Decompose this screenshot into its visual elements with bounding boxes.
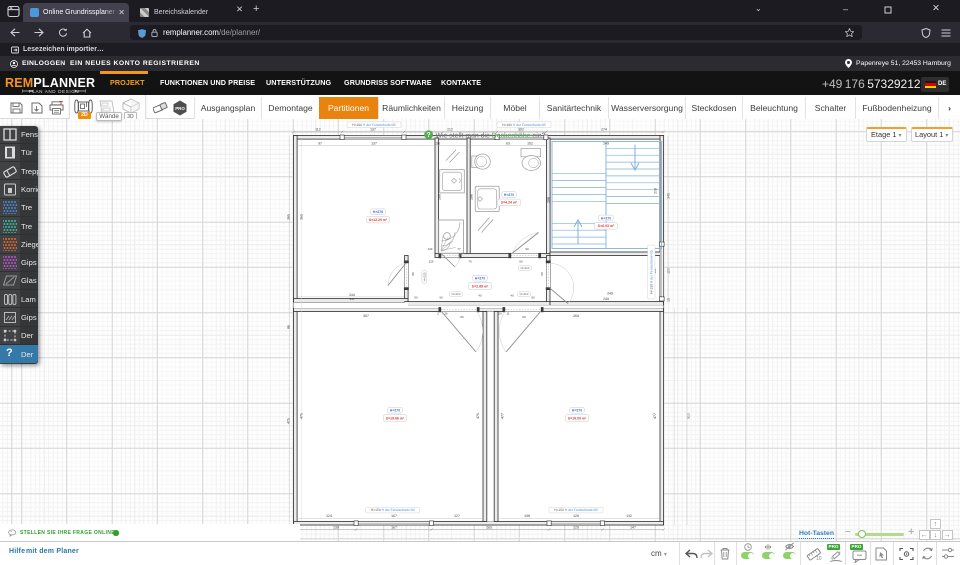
svg-text:S=12.20 m²: S=12.20 m² [369, 218, 388, 222]
svg-text:?: ? [426, 132, 430, 139]
svg-text:H=270: H=270 [601, 216, 612, 220]
svg-text:286: 286 [438, 194, 442, 200]
svg-text:H=270: H=270 [390, 409, 401, 413]
svg-text:345: 345 [667, 193, 671, 199]
svg-text:15: 15 [667, 298, 671, 302]
svg-text:132: 132 [626, 514, 632, 518]
svg-text:244: 244 [349, 293, 355, 297]
svg-text:167: 167 [391, 514, 397, 518]
svg-text:H=276: H=276 [373, 210, 384, 214]
svg-text:H=270: H=270 [504, 193, 515, 197]
svg-text:S=4.24 m²: S=4.24 m² [501, 201, 518, 205]
svg-text:H=210: H=210 [520, 293, 529, 296]
svg-text:2: 2 [437, 312, 439, 315]
svg-text:120: 120 [573, 526, 579, 530]
svg-text:20: 20 [498, 312, 501, 315]
svg-text:80: 80 [522, 316, 525, 319]
svg-text:510: 510 [687, 413, 691, 419]
svg-text:249: 249 [607, 292, 613, 296]
svg-text:249: 249 [603, 297, 609, 301]
svg-text:112: 112 [315, 128, 321, 132]
svg-text:477: 477 [653, 413, 657, 419]
svg-text:40: 40 [478, 294, 481, 297]
svg-text:286: 286 [470, 194, 474, 200]
svg-text:167: 167 [391, 526, 397, 530]
svg-text:129: 129 [429, 260, 434, 263]
svg-text:H=160 H der Fensterbank=95: H=160 H der Fensterbank=95 [502, 123, 546, 127]
svg-text:26: 26 [444, 312, 447, 315]
svg-text:475: 475 [300, 413, 304, 419]
svg-text:S=2.89 m²: S=2.89 m² [472, 284, 489, 288]
svg-text:129: 129 [428, 247, 433, 250]
svg-text:288: 288 [547, 197, 551, 203]
svg-text:475: 475 [476, 413, 480, 419]
svg-text:11: 11 [506, 312, 509, 315]
svg-text:H=150 H der Fensterbank=95: H=150 H der Fensterbank=95 [650, 250, 654, 294]
svg-text:86: 86 [287, 325, 291, 329]
svg-text:130: 130 [434, 142, 440, 146]
svg-text:477: 477 [501, 413, 505, 419]
svg-text:H=210: H=210 [423, 273, 426, 282]
svg-text:265: 265 [486, 526, 492, 530]
svg-text:H=150 H der Fensterbank=90: H=150 H der Fensterbank=90 [371, 509, 415, 513]
svg-text:50: 50 [414, 296, 417, 299]
svg-text:S=18.00 m²: S=18.00 m² [568, 416, 587, 420]
svg-text:137: 137 [370, 128, 376, 132]
svg-text:137: 137 [371, 142, 377, 146]
svg-text:70: 70 [468, 260, 471, 263]
svg-text:77: 77 [457, 247, 460, 250]
svg-text:307: 307 [363, 314, 369, 318]
svg-text:Wie stellt man die Deckenhöhe: Wie stellt man die Deckenhöhe ein? [436, 132, 546, 139]
svg-text:PLAN AND DESIGN: PLAN AND DESIGN [29, 89, 80, 94]
svg-text:249: 249 [603, 142, 609, 146]
svg-text:90: 90 [541, 272, 544, 275]
svg-text:102: 102 [518, 128, 524, 132]
svg-text:63: 63 [506, 142, 510, 146]
svg-text:80: 80 [412, 272, 415, 275]
svg-text:H=160 H der Fensterbank=95: H=160 H der Fensterbank=95 [352, 123, 396, 127]
svg-text:212: 212 [447, 128, 453, 132]
svg-text:97: 97 [318, 142, 322, 146]
svg-text:H=270: H=270 [475, 277, 486, 281]
svg-text:80: 80 [531, 296, 534, 299]
svg-text:244: 244 [350, 298, 355, 301]
svg-text:H=150 H der Fensterbank=95: H=150 H der Fensterbank=95 [554, 509, 598, 513]
svg-text:90: 90 [525, 247, 528, 250]
svg-text:S=19.86 m²: S=19.86 m² [386, 416, 405, 420]
svg-text:H=210: H=210 [452, 293, 461, 296]
svg-text:90: 90 [439, 296, 442, 299]
svg-text:208: 208 [654, 188, 658, 194]
svg-text:365: 365 [287, 214, 291, 220]
svg-text:120: 120 [667, 268, 671, 274]
svg-text:PRO: PRO [175, 106, 185, 111]
svg-text:365: 365 [300, 214, 304, 220]
svg-text:124: 124 [326, 514, 332, 518]
svg-text:139: 139 [333, 526, 339, 530]
svg-text:S=6.03 m²: S=6.03 m² [598, 224, 615, 228]
svg-text:120: 120 [573, 514, 579, 518]
svg-text:H=270: H=270 [572, 409, 583, 413]
svg-text:102: 102 [527, 142, 533, 146]
svg-text:127: 127 [454, 514, 460, 518]
svg-text:40: 40 [510, 294, 513, 297]
svg-text:475: 475 [287, 418, 291, 424]
svg-text:138: 138 [524, 514, 530, 518]
svg-text:274: 274 [601, 128, 607, 132]
svg-text:80: 80 [519, 260, 522, 263]
svg-text:269: 269 [573, 314, 579, 318]
svg-text:H=210: H=210 [521, 267, 530, 270]
svg-text:147: 147 [630, 526, 636, 530]
svg-text:80: 80 [460, 316, 463, 319]
svg-text:10: 10 [816, 556, 822, 561]
